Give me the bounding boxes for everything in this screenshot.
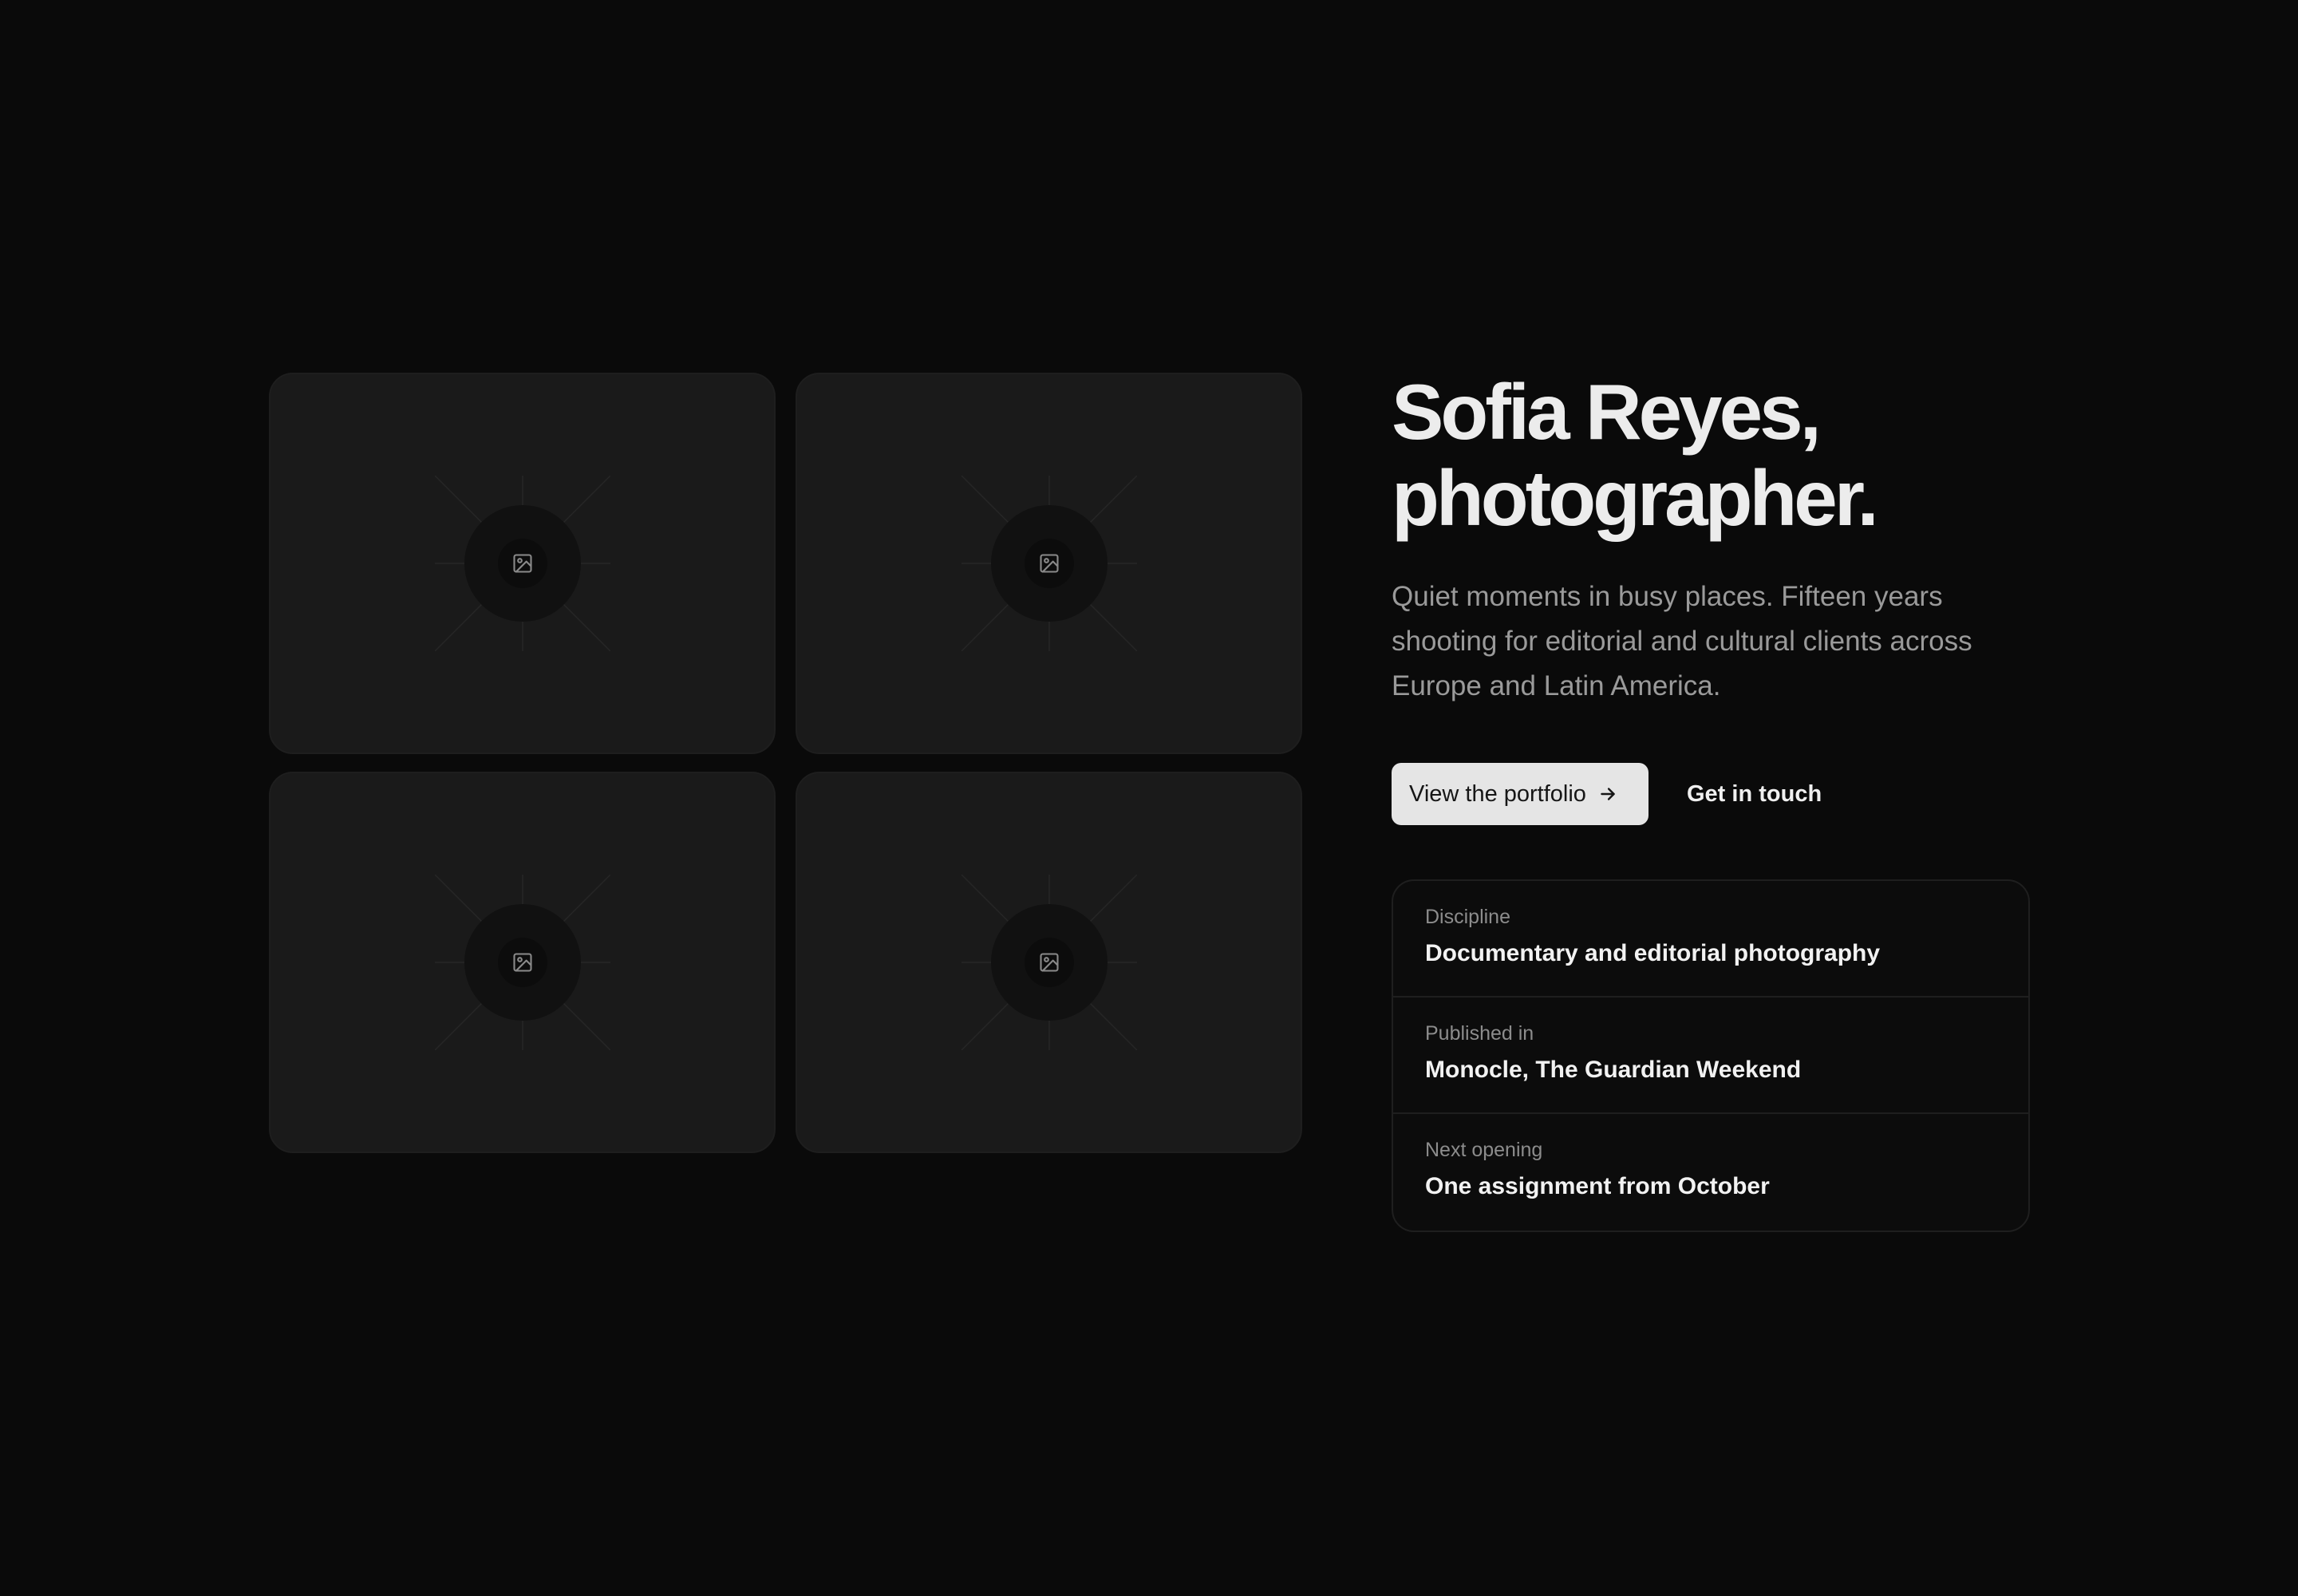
image-icon bbox=[512, 554, 532, 573]
image-icon bbox=[512, 953, 532, 972]
gallery-grid bbox=[269, 373, 1302, 1153]
placeholder-disc bbox=[464, 904, 581, 1021]
page-title: Sofia Reyes, photographer. bbox=[1392, 369, 2030, 541]
view-portfolio-label: View the portfolio bbox=[1409, 780, 1586, 807]
page: Sofia Reyes, photographer. Quiet moments… bbox=[0, 0, 2298, 1596]
gallery-placeholder-2[interactable] bbox=[796, 373, 1302, 754]
view-portfolio-button[interactable]: View the portfolio bbox=[1392, 763, 1648, 825]
hero-actions: View the portfolio Get in touch bbox=[1392, 763, 2030, 825]
gallery-placeholder-1[interactable] bbox=[269, 373, 776, 754]
gallery-placeholder-3[interactable] bbox=[269, 772, 776, 1153]
image-icon bbox=[1039, 554, 1059, 573]
fact-value: Documentary and editorial photography bbox=[1425, 940, 1881, 966]
intro-text: Quiet moments in busy places. Fifteen ye… bbox=[1392, 581, 1972, 701]
fact-label: Next opening bbox=[1425, 1139, 1543, 1161]
intro-panel: Sofia Reyes, photographer. Quiet moments… bbox=[1392, 369, 2030, 1232]
fact-row-discipline: Discipline Documentary and editorial pho… bbox=[1393, 881, 2028, 998]
fact-row-next-opening: Next opening One assignment from October bbox=[1393, 1114, 2028, 1231]
fact-value: Monocle, The Guardian Weekend bbox=[1425, 1057, 1802, 1083]
image-icon bbox=[1039, 953, 1059, 972]
fact-value: One assignment from October bbox=[1425, 1173, 1770, 1199]
placeholder-disc bbox=[464, 505, 581, 622]
gallery-placeholder-4[interactable] bbox=[796, 772, 1302, 1153]
get-in-touch-link[interactable]: Get in touch bbox=[1687, 781, 1822, 808]
title-line-2: photographer. bbox=[1392, 454, 1879, 542]
fact-label: Published in bbox=[1425, 1022, 1534, 1045]
facts-card: Discipline Documentary and editorial pho… bbox=[1392, 879, 2030, 1232]
title-line-1: Sofia Reyes, bbox=[1392, 368, 1822, 456]
placeholder-disc bbox=[990, 505, 1108, 622]
fact-label: Discipline bbox=[1425, 906, 1510, 928]
placeholder-disc bbox=[990, 904, 1108, 1021]
arrow-right-icon bbox=[1601, 788, 1615, 800]
fact-row-published-in: Published in Monocle, The Guardian Weeke… bbox=[1393, 998, 2028, 1114]
